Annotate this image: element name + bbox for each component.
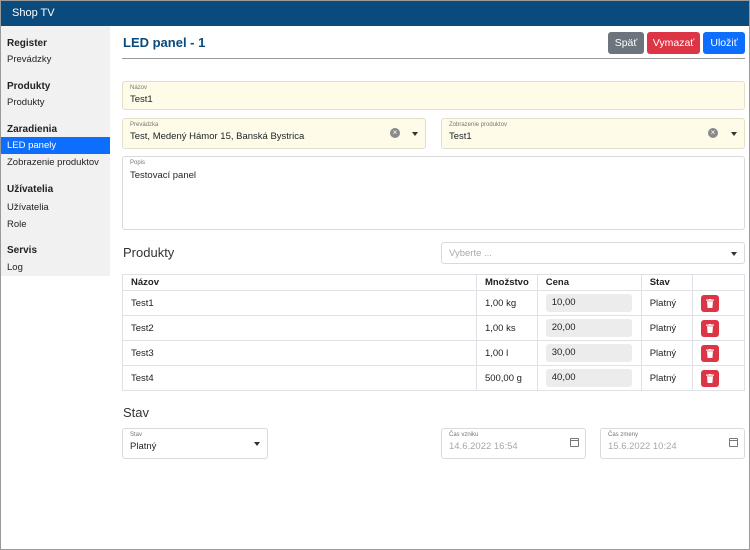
price-input[interactable]: 30,00 (545, 344, 632, 362)
name-field-label: Názov (130, 85, 148, 91)
app-brand[interactable]: Shop TV (12, 7, 55, 19)
name-field-value: Test1 (130, 94, 153, 105)
product-display-value: Test1 (449, 131, 472, 142)
created-time-label: Čas vzniku (449, 432, 479, 438)
table-row: Test1 1,00 kg 10,00 Platný (122, 290, 745, 316)
table-row: Test4 500,00 g 40,00 Platný (122, 365, 745, 391)
created-time-value: 14.6.2022 16:54 (449, 441, 518, 452)
store-select-label: Prevádzka (130, 122, 159, 128)
column-header-quantity: Množstvo (475, 274, 538, 291)
name-field[interactable]: Názov Test1 (122, 81, 745, 110)
clear-icon[interactable]: × (708, 128, 718, 138)
cell-price: 30,00 (536, 340, 642, 366)
cell-price: 10,00 (536, 290, 642, 316)
cell-actions (692, 290, 745, 316)
modified-time-field: Čas zmeny 15.6.2022 10:24 (600, 428, 745, 459)
description-value: Testovací panel (130, 170, 197, 181)
top-navbar: Shop TV (1, 1, 749, 26)
cell-name: Test1 (122, 290, 477, 316)
cell-status: Platný (640, 290, 694, 316)
delete-row-button[interactable] (701, 344, 720, 362)
cell-actions (692, 340, 745, 366)
price-input[interactable]: 40,00 (545, 369, 632, 387)
trash-icon (706, 323, 715, 333)
sidebar-header-register: Register (7, 38, 48, 49)
product-picker-select[interactable]: Vyberte ... (441, 242, 745, 264)
status-select-value: Platný (130, 441, 157, 452)
chevron-down-icon[interactable] (731, 252, 737, 256)
sidebar-item-uzivatelia[interactable]: Užívatelia (1, 199, 110, 216)
table-header-row: Názov Množstvo Cena Stav (122, 274, 745, 291)
modified-time-value: 15.6.2022 10:24 (608, 441, 677, 452)
status-select[interactable]: Stav Platný (122, 428, 268, 459)
product-display-label: Zobrazenie produktov (449, 122, 508, 128)
sidebar-header-zaradenia: Zaradienia (7, 124, 58, 135)
cell-name: Test3 (122, 340, 477, 366)
cell-quantity: 1,00 l (475, 340, 538, 366)
title-divider (122, 58, 745, 59)
column-header-name: Názov (122, 274, 477, 291)
cell-price: 40,00 (536, 365, 642, 391)
sidebar-item-prevadzky[interactable]: Prevádzky (1, 51, 110, 68)
sidebar-header-produkty: Produkty (7, 81, 51, 92)
column-header-price: Cena (536, 274, 642, 291)
sidebar-item-produkty[interactable]: Produkty (1, 94, 110, 111)
table-row: Test2 1,00 ks 20,00 Platný (122, 315, 745, 341)
column-header-status: Stav (640, 274, 694, 291)
cell-status: Platný (640, 315, 694, 341)
sidebar-item-zobrazenie-produktov[interactable]: Zobrazenie produktov (1, 154, 110, 171)
page-title: LED panel - 1 (123, 35, 206, 50)
column-header-actions (692, 274, 745, 291)
sidebar-item-led-panely[interactable]: LED panely (1, 137, 110, 154)
chevron-down-icon[interactable] (412, 132, 418, 136)
cell-quantity: 1,00 ks (475, 315, 538, 341)
sidebar-header-uzivatelia: Užívatelia (7, 184, 54, 195)
cell-actions (692, 315, 745, 341)
status-select-label: Stav (130, 432, 143, 438)
products-table: Názov Množstvo Cena Stav Test1 1,00 kg 1… (122, 274, 745, 391)
trash-icon (706, 373, 715, 383)
status-section-title: Stav (123, 405, 150, 420)
delete-button[interactable]: Vymazať (647, 32, 700, 54)
trash-icon (706, 348, 715, 358)
store-select-value: Test, Medený Hámor 15, Banská Bystrica (130, 131, 305, 142)
created-time-field: Čas vzniku 14.6.2022 16:54 (441, 428, 586, 459)
cell-price: 20,00 (536, 315, 642, 341)
store-select[interactable]: Prevádzka Test, Medený Hámor 15, Banská … (122, 118, 426, 149)
cell-quantity: 500,00 g (475, 365, 538, 391)
product-display-select[interactable]: Zobrazenie produktov Test1 × (441, 118, 745, 149)
delete-row-button[interactable] (701, 319, 720, 337)
delete-row-button[interactable] (701, 294, 720, 312)
calendar-icon (570, 438, 579, 447)
save-button[interactable]: Uložiť (703, 32, 745, 54)
app-window: Shop TV Register Prevádzky Produkty Prod… (0, 0, 750, 550)
back-button[interactable]: Späť (608, 32, 644, 54)
cell-name: Test4 (122, 365, 477, 391)
sidebar: Register Prevádzky Produkty Produkty Zar… (1, 26, 110, 276)
description-textarea[interactable]: Popis Testovací panel (122, 156, 745, 230)
cell-status: Platný (640, 365, 694, 391)
price-input[interactable]: 20,00 (545, 319, 632, 337)
calendar-icon (729, 438, 738, 447)
cell-quantity: 1,00 kg (475, 290, 538, 316)
products-section-title: Produkty (123, 245, 175, 260)
chevron-down-icon[interactable] (731, 132, 737, 136)
delete-row-button[interactable] (701, 369, 720, 387)
cell-name: Test2 (122, 315, 477, 341)
cell-status: Platný (640, 340, 694, 366)
chevron-down-icon[interactable] (254, 442, 260, 446)
description-label: Popis (130, 160, 146, 166)
sidebar-item-log[interactable]: Log (1, 259, 110, 276)
sidebar-header-servis: Servis (7, 245, 38, 256)
cell-actions (692, 365, 745, 391)
price-input[interactable]: 10,00 (545, 294, 632, 312)
table-row: Test3 1,00 l 30,00 Platný (122, 340, 745, 366)
clear-icon[interactable]: × (390, 128, 400, 138)
modified-time-label: Čas zmeny (608, 432, 639, 438)
trash-icon (706, 298, 715, 308)
product-picker-placeholder: Vyberte ... (449, 248, 492, 259)
sidebar-item-role[interactable]: Role (1, 216, 110, 233)
